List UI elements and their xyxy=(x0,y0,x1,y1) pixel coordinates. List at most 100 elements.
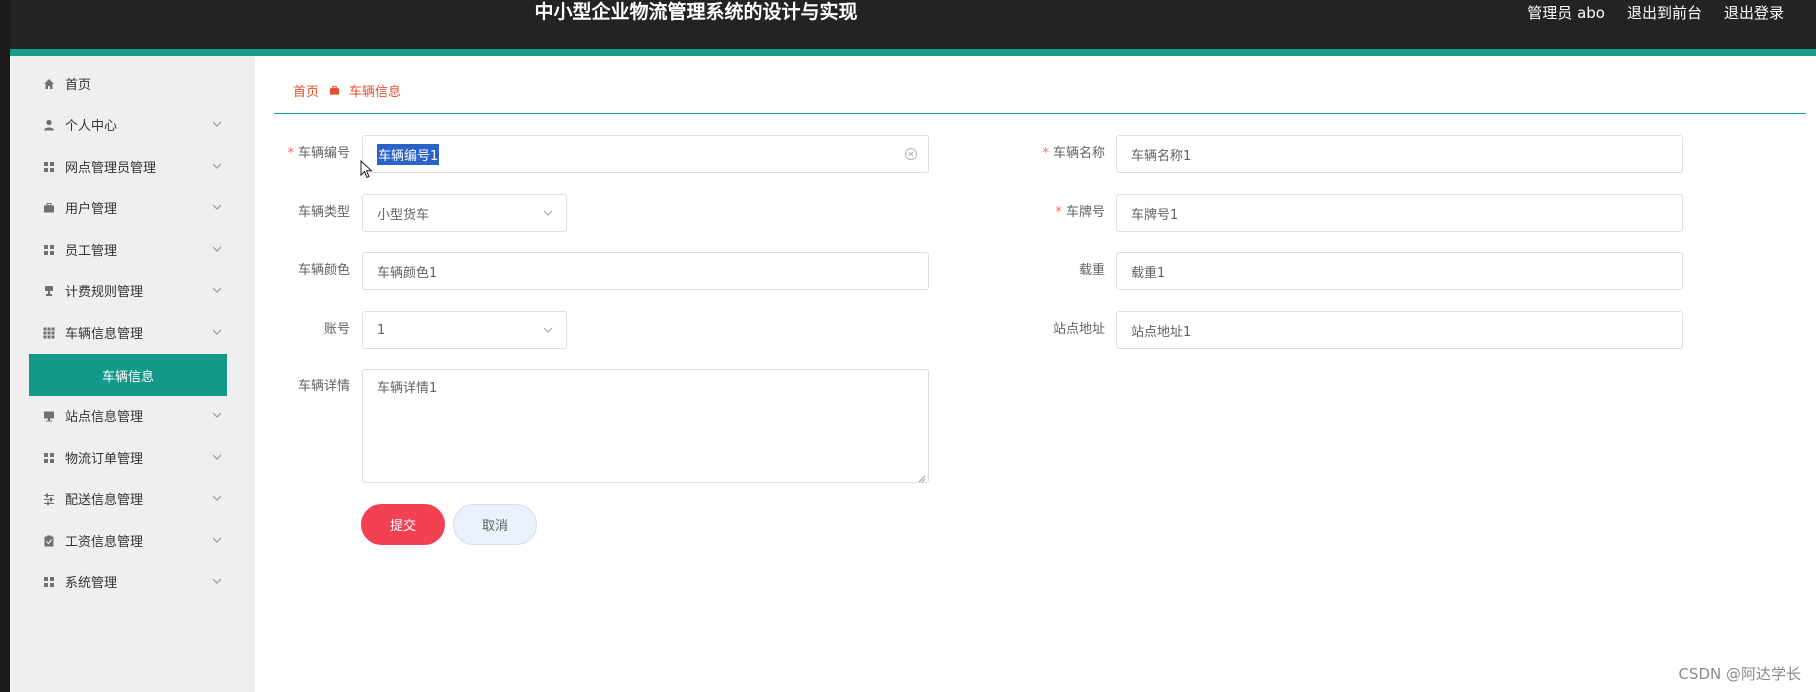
vehicle-color-label: 车辆颜色 xyxy=(297,263,350,278)
sidebar-item-label: 物流订单管理 xyxy=(65,452,144,467)
sidebar-item-order-management[interactable]: 物流订单管理 xyxy=(42,437,222,478)
home-icon xyxy=(42,77,56,91)
vehicle-type-label: 车辆类型 xyxy=(297,205,350,220)
grid-icon xyxy=(42,575,56,589)
chevron-down-icon xyxy=(212,161,222,172)
chevron-down-icon xyxy=(212,410,222,421)
plate-no-label: * 车牌号 xyxy=(1055,205,1105,220)
logout-link[interactable]: 退出登录 xyxy=(1724,2,1784,23)
breadcrumb-divider xyxy=(274,113,1806,114)
station-address-input[interactable]: 站点地址1 xyxy=(1116,311,1683,349)
sidebar-item-outlet-admin[interactable]: 网点管理员管理 xyxy=(42,146,222,187)
window-edge xyxy=(0,0,10,692)
sidebar-item-label: 配送信息管理 xyxy=(65,493,144,508)
account-value: 1 xyxy=(377,322,386,338)
header-accent-bar xyxy=(10,49,1816,56)
load-input[interactable]: 载重1 xyxy=(1116,252,1683,290)
sidebar-item-label: 个人中心 xyxy=(65,119,118,134)
sidebar-item-label: 车辆信息管理 xyxy=(65,327,144,342)
sidebar-item-label: 系统管理 xyxy=(65,576,118,591)
resize-grip-icon[interactable] xyxy=(918,472,926,483)
cancel-button[interactable]: 取消 xyxy=(453,504,537,545)
vehicle-type-select[interactable]: 小型货车 xyxy=(362,194,567,232)
sliders-icon xyxy=(42,492,56,506)
vehicle-no-input[interactable]: 车辆编号1 xyxy=(362,135,929,173)
sidebar-item-label: 员工管理 xyxy=(65,244,118,259)
clipboard-icon xyxy=(42,534,56,548)
sidebar-item-salary-management[interactable]: 工资信息管理 xyxy=(42,520,222,561)
watermark: CSDN @阿达学长 xyxy=(1678,665,1801,683)
chevron-down-icon xyxy=(212,119,222,130)
breadcrumb-home-link[interactable]: 首页 xyxy=(293,81,319,100)
vehicle-type-value: 小型货车 xyxy=(377,207,430,223)
sidebar-item-label: 站点信息管理 xyxy=(65,410,144,425)
vehicle-name-value: 车辆名称1 xyxy=(1131,148,1192,164)
details-textarea[interactable]: 车辆详情1 xyxy=(362,369,929,483)
breadcrumb-current: 车辆信息 xyxy=(349,84,402,100)
vehicle-color-value: 车辆颜色1 xyxy=(377,265,438,281)
mouse-cursor-icon xyxy=(360,159,374,180)
chevron-down-icon xyxy=(542,324,554,336)
chevron-down-icon xyxy=(542,207,554,219)
breadcrumb: 首页 车辆信息 xyxy=(293,81,402,100)
load-label: 载重 xyxy=(1078,263,1105,278)
briefcase-icon xyxy=(42,201,56,215)
current-user-label: 管理员 abo xyxy=(1527,4,1605,22)
sidebar-item-system-management[interactable]: 系统管理 xyxy=(42,561,222,602)
grid-icon xyxy=(42,243,56,257)
required-asterisk: * xyxy=(1055,205,1062,220)
chevron-down-icon xyxy=(212,327,222,338)
load-value: 载重1 xyxy=(1131,265,1166,281)
grid-icon xyxy=(42,451,56,465)
sidebar-item-label: 计费规则管理 xyxy=(65,285,144,300)
details-value: 车辆详情1 xyxy=(377,381,438,396)
sidebar-item-station-management[interactable]: 站点信息管理 xyxy=(42,395,222,436)
top-header: 中小型企业物流管理系统的设计与实现 管理员 abo 退出到前台 退出登录 xyxy=(10,0,1816,49)
station-address-label: 站点地址 xyxy=(1052,322,1105,337)
app-window: 中小型企业物流管理系统的设计与实现 管理员 abo 退出到前台 退出登录 首页 … xyxy=(0,0,1816,692)
clear-icon[interactable] xyxy=(904,147,918,161)
plate-no-input[interactable]: 车牌号1 xyxy=(1116,194,1683,232)
chevron-down-icon xyxy=(212,452,222,463)
apps-icon xyxy=(42,326,56,340)
chevron-down-icon xyxy=(212,285,222,296)
stamp-icon xyxy=(42,284,56,298)
monitor-icon xyxy=(42,409,56,423)
required-asterisk: * xyxy=(1042,146,1049,161)
header-actions: 管理员 abo 退出到前台 退出登录 xyxy=(1527,0,1784,25)
sidebar-item-label: 工资信息管理 xyxy=(65,535,144,550)
vehicle-no-value: 车辆编号1 xyxy=(377,143,440,165)
app-title: 中小型企业物流管理系统的设计与实现 xyxy=(534,1,858,23)
sidebar-item-profile[interactable]: 个人中心 xyxy=(42,104,222,145)
sidebar-item-label: 网点管理员管理 xyxy=(65,161,157,176)
sidebar-item-label: 首页 xyxy=(65,78,92,93)
sidebar-item-staff[interactable]: 员工管理 xyxy=(42,229,222,270)
sidebar-subitem-vehicle-info[interactable]: 车辆信息 xyxy=(29,354,227,396)
sidebar-item-billing-rules[interactable]: 计费规则管理 xyxy=(42,270,222,311)
vehicle-name-input[interactable]: 车辆名称1 xyxy=(1116,135,1683,173)
chevron-down-icon xyxy=(212,244,222,255)
required-asterisk: * xyxy=(287,146,294,161)
chevron-down-icon xyxy=(212,493,222,504)
account-select[interactable]: 1 xyxy=(362,311,567,349)
sidebar-item-label: 用户管理 xyxy=(65,202,118,217)
user-icon xyxy=(42,118,56,132)
plate-no-value: 车牌号1 xyxy=(1131,207,1179,223)
sidebar-item-vehicle-management[interactable]: 车辆信息管理 xyxy=(42,312,222,353)
sidebar-item-home[interactable]: 首页 xyxy=(42,63,222,104)
chevron-down-icon xyxy=(212,202,222,213)
submit-button[interactable]: 提交 xyxy=(361,504,445,545)
account-label: 账号 xyxy=(323,322,350,337)
chevron-down-icon xyxy=(212,535,222,546)
chevron-down-icon xyxy=(212,576,222,587)
sidebar-item-users[interactable]: 用户管理 xyxy=(42,187,222,228)
grid-icon xyxy=(42,160,56,174)
station-address-value: 站点地址1 xyxy=(1131,324,1192,340)
back-to-front-link[interactable]: 退出到前台 xyxy=(1627,2,1702,23)
details-label: 车辆详情 xyxy=(297,379,350,394)
vehicle-no-label: * 车辆编号 xyxy=(287,146,350,161)
sidebar-item-delivery-management[interactable]: 配送信息管理 xyxy=(42,478,222,519)
briefcase-icon xyxy=(329,85,340,96)
vehicle-name-label: * 车辆名称 xyxy=(1042,146,1105,161)
vehicle-color-input[interactable]: 车辆颜色1 xyxy=(362,252,929,290)
